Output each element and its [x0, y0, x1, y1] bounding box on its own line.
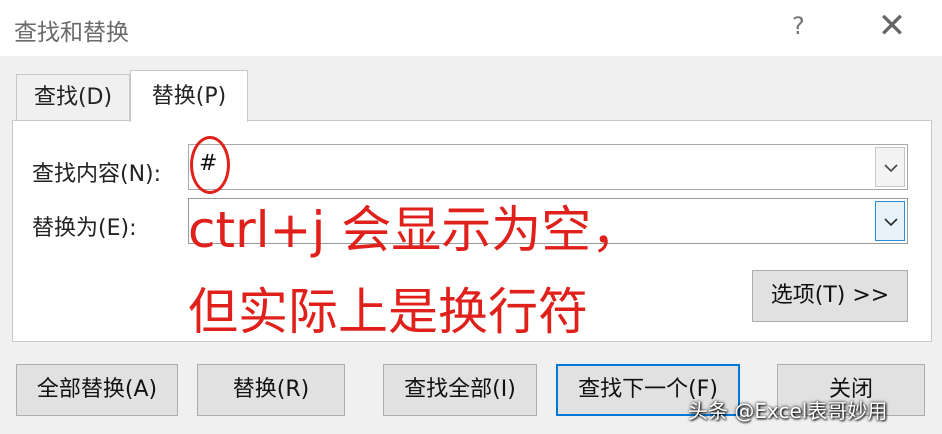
find-input[interactable]: #: [188, 144, 908, 190]
find-dropdown-button[interactable]: [875, 147, 905, 187]
chevron-down-icon: [884, 164, 898, 173]
help-icon[interactable]: ?: [792, 12, 805, 40]
replace-dropdown-button[interactable]: [875, 201, 905, 241]
watermark: 头条 @Excel表哥妙用: [688, 399, 888, 423]
dialog-title: 查找和替换: [14, 20, 129, 46]
replace-button[interactable]: 替换(R): [197, 364, 345, 416]
replace-label: 替换为(E):: [32, 216, 137, 241]
close-icon[interactable]: ✕: [874, 6, 910, 46]
annotation-circle: [190, 136, 230, 194]
chevron-down-icon: [884, 218, 898, 227]
title-bar: 查找和替换 ? ✕: [0, 0, 942, 56]
annotation-line-2: 但实际上是换行符: [188, 283, 588, 341]
replace-all-button[interactable]: 全部替换(A): [16, 364, 178, 416]
tab-replace[interactable]: 替换(P): [130, 70, 248, 122]
tab-find[interactable]: 查找(D): [16, 74, 130, 120]
annotation-line-1: ctrl+j 会显示为空，: [188, 201, 642, 259]
find-all-button[interactable]: 查找全部(I): [383, 364, 537, 416]
find-label: 查找内容(N):: [32, 162, 162, 187]
options-button[interactable]: 选项(T) >>: [752, 270, 908, 322]
